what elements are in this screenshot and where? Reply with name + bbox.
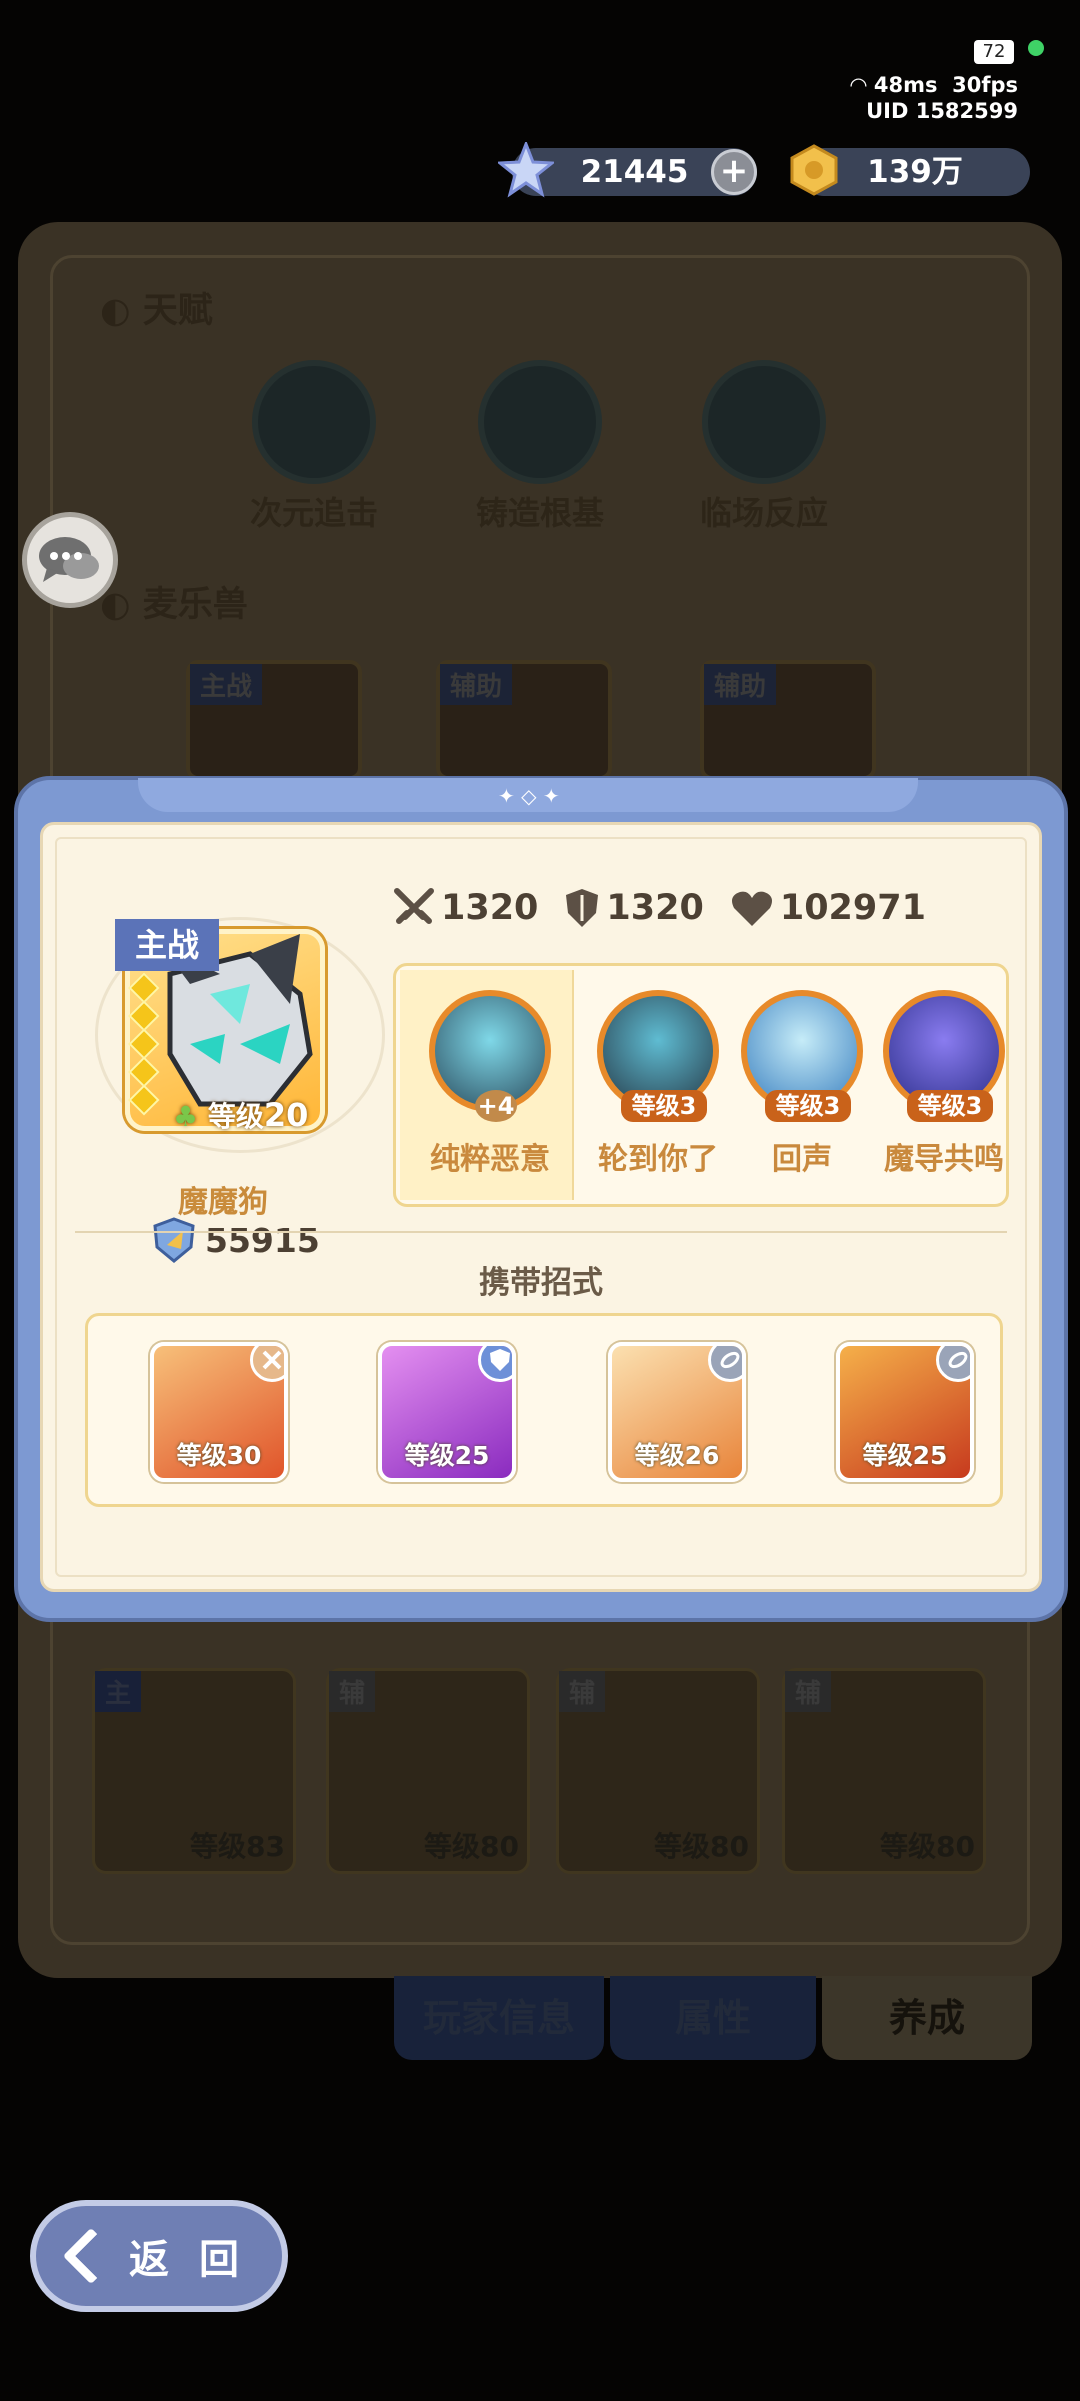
star-rating bbox=[128, 972, 160, 1116]
pet-name: 魔魔狗 bbox=[178, 1185, 268, 1220]
move-slot-3[interactable]: 等级26 bbox=[608, 1342, 746, 1482]
hp-stat: 102971 bbox=[730, 887, 926, 929]
stat-row: 1320 1320 102971 bbox=[393, 887, 926, 929]
tab-cultivate[interactable]: 养成 bbox=[822, 1976, 1032, 2060]
pet-detail-card: 主战 ♣ 等级20 魔魔狗 55915 1320 1320 102971 +4 … bbox=[40, 822, 1042, 1592]
back-arrow-icon bbox=[62, 2227, 120, 2285]
link-icon bbox=[708, 1346, 742, 1382]
back-button[interactable]: 返 回 bbox=[30, 2200, 288, 2312]
uid-label: UID 1582599 bbox=[866, 99, 1018, 123]
section-divider bbox=[75, 1231, 1007, 1233]
trait-icon: 等级3 bbox=[597, 990, 719, 1122]
attack-stat: 1320 bbox=[393, 887, 538, 929]
trait-echo[interactable]: 等级3 回声 bbox=[732, 990, 872, 1178]
star-icon bbox=[128, 1028, 160, 1060]
chat-button[interactable] bbox=[22, 512, 118, 608]
talent-icon-1[interactable] bbox=[252, 360, 376, 484]
shield-icon bbox=[566, 889, 599, 927]
talent-label-1: 次元追击 bbox=[249, 494, 378, 532]
team-card-2[interactable]: 辅 等级80 bbox=[326, 1668, 530, 1874]
carried-moves-title: 携带招式 bbox=[479, 1265, 603, 1301]
talent-icon-2[interactable] bbox=[478, 360, 602, 484]
status-battery: 72 bbox=[974, 40, 1014, 72]
talent-label-3: 临场反应 bbox=[699, 494, 828, 532]
crossed-swords-icon bbox=[394, 888, 434, 924]
move-slot-4[interactable]: 等级25 bbox=[836, 1342, 974, 1482]
tab-player-info[interactable]: 玩家信息 bbox=[394, 1976, 604, 2060]
team-card-4[interactable]: 辅 等级80 bbox=[782, 1668, 986, 1874]
star-icon bbox=[128, 1084, 160, 1116]
status-network: ◠ 48ms 30fps UID 1582599 bbox=[850, 73, 1018, 123]
link-icon bbox=[936, 1346, 970, 1382]
team-card-3[interactable]: 辅 等级80 bbox=[556, 1668, 760, 1874]
chat-bubble-icon bbox=[39, 537, 99, 582]
talent-section-title: ◐ 天赋 bbox=[100, 291, 213, 331]
talent-label-2: 铸造根基 bbox=[475, 494, 604, 532]
modal-ornament: ✦ ◇ ✦ bbox=[498, 784, 560, 808]
trait-icon: 等级3 bbox=[741, 990, 863, 1122]
wifi-icon: ◠ bbox=[850, 73, 874, 97]
coin-currency: 139万 bbox=[790, 144, 1030, 196]
heart-icon bbox=[731, 891, 772, 926]
leaf-icon: ♣ bbox=[173, 1100, 199, 1133]
status-dot bbox=[1028, 40, 1044, 56]
gem-currency: 21445 + bbox=[498, 142, 757, 198]
star-icon bbox=[128, 1056, 160, 1088]
pet-detail-modal: ✦ ◇ ✦ 主战 ♣ 等级20 魔魔狗 55915 1320 1320 1029… bbox=[14, 776, 1068, 1622]
trait-icon: +4 bbox=[429, 990, 551, 1122]
star-icon bbox=[128, 972, 160, 1004]
add-gems-button[interactable]: + bbox=[711, 149, 757, 195]
talent-icon-3[interactable] bbox=[702, 360, 826, 484]
move-slot-1[interactable]: 等级30 bbox=[150, 1342, 288, 1482]
moves-panel: 等级30 等级25 等级26 等级25 bbox=[85, 1313, 1003, 1507]
trait-your-turn[interactable]: 等级3 轮到你了 bbox=[588, 990, 728, 1178]
pet-level: ♣ 等级20 bbox=[173, 1096, 309, 1134]
pet-slot-2[interactable]: 辅助 bbox=[436, 660, 612, 780]
team-card-1[interactable]: 主 等级83 bbox=[92, 1668, 296, 1874]
star-icon bbox=[128, 1000, 160, 1032]
tab-attributes[interactable]: 属性 bbox=[610, 1976, 816, 2060]
trait-pure-malice[interactable]: +4 纯粹恶意 bbox=[420, 990, 560, 1178]
trait-magic-resonance[interactable]: 等级3 魔导共鸣 bbox=[874, 990, 1014, 1178]
main-battle-tag: 主战 bbox=[115, 919, 219, 971]
trait-icon: 等级3 bbox=[883, 990, 1005, 1122]
pet-slot-3[interactable]: 辅助 bbox=[700, 660, 876, 780]
cross-icon bbox=[250, 1346, 284, 1382]
pets-section-title: ◐ 麦乐兽 bbox=[100, 585, 248, 625]
pet-slot-1[interactable]: 主战 bbox=[186, 660, 362, 780]
talent-icon: ◐ bbox=[100, 291, 143, 331]
traits-panel: +4 纯粹恶意 等级3 轮到你了 等级3 回声 等级3 魔导共鸣 bbox=[393, 963, 1009, 1207]
defense-stat: 1320 bbox=[564, 887, 704, 929]
shield-badge-icon bbox=[478, 1346, 512, 1382]
move-slot-2[interactable]: 等级25 bbox=[378, 1342, 516, 1482]
